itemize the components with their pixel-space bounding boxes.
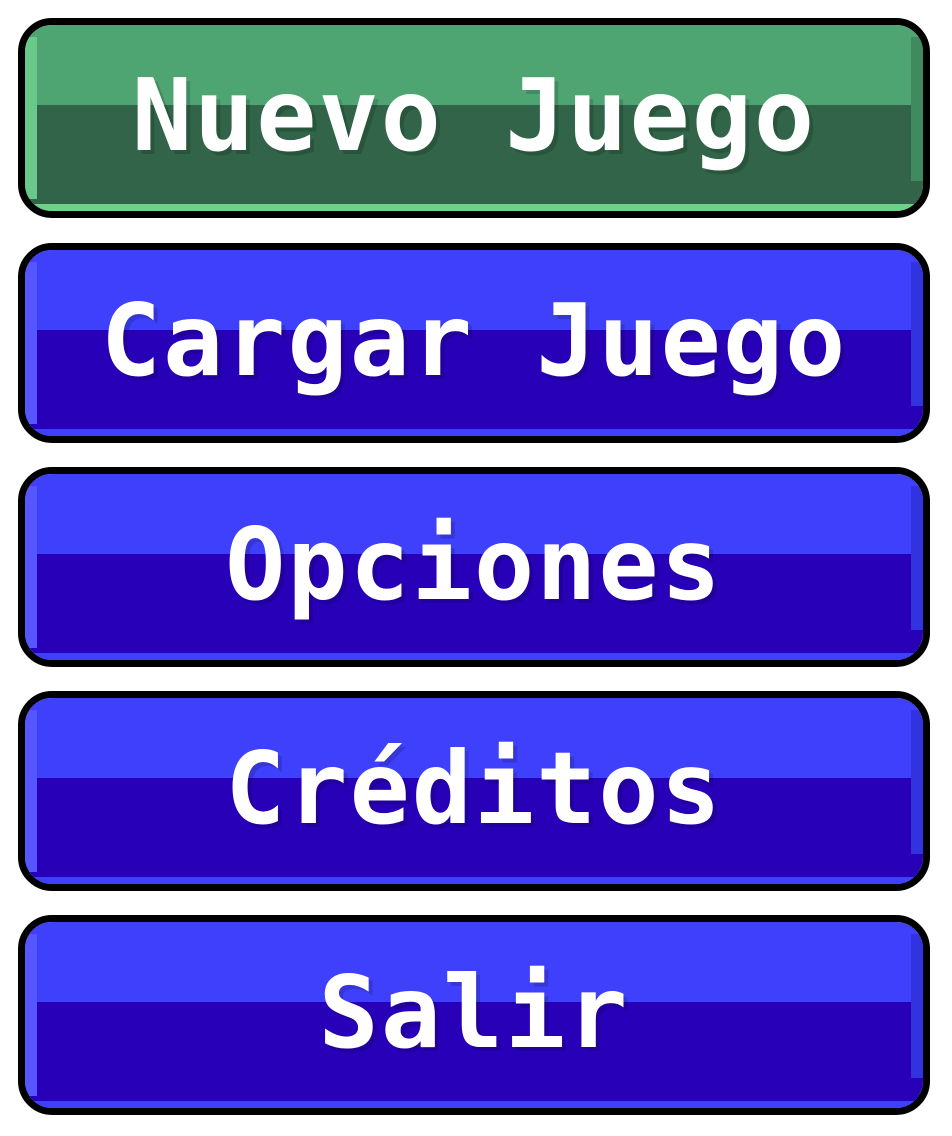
new-game-label: Nuevo Juego xyxy=(131,56,817,174)
credits-button[interactable]: Créditos xyxy=(18,691,930,891)
exit-button[interactable]: Salir xyxy=(18,915,930,1115)
options-button[interactable]: Opciones xyxy=(18,467,930,667)
load-game-label: Cargar Juego xyxy=(100,281,848,399)
options-label: Opciones xyxy=(225,505,723,623)
new-game-button[interactable]: Nuevo Juego xyxy=(18,18,930,218)
exit-label: Salir xyxy=(318,953,630,1071)
main-menu: Nuevo Juego Cargar Juego Opciones Crédit… xyxy=(0,0,952,1136)
load-game-button[interactable]: Cargar Juego xyxy=(18,243,930,443)
credits-label: Créditos xyxy=(225,729,723,847)
